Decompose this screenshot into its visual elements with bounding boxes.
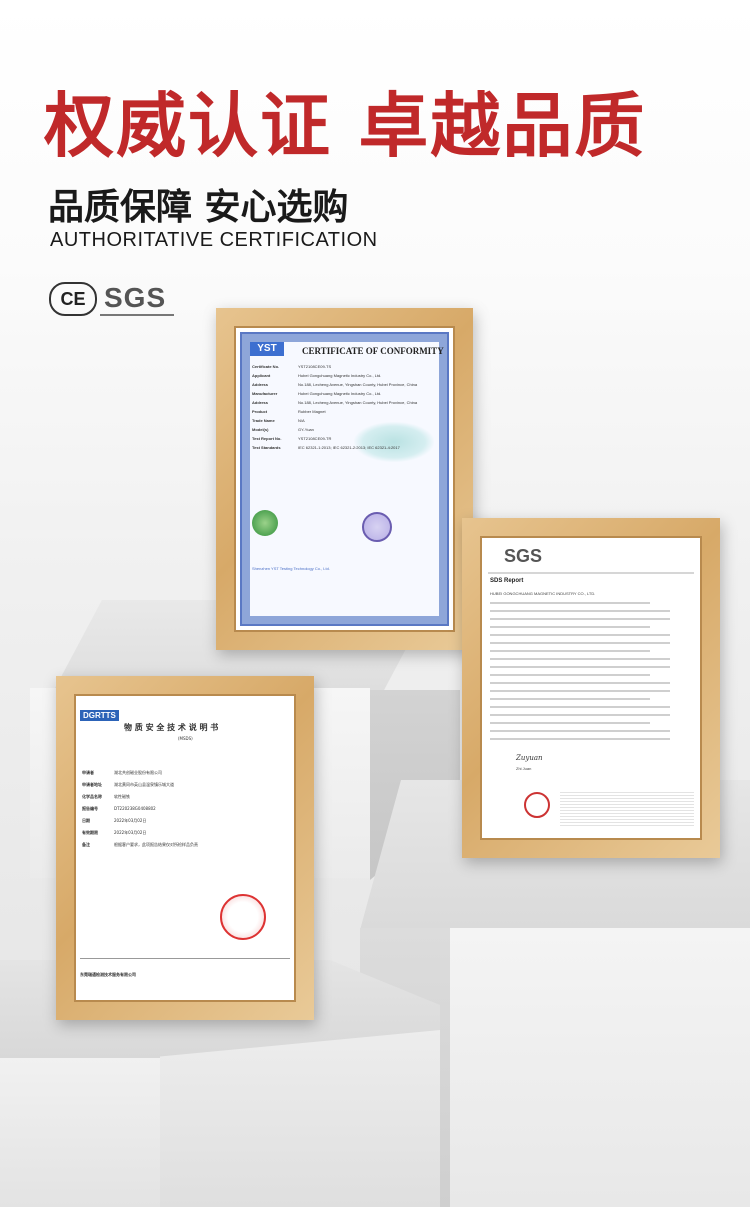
msds-footer: 东莞瑞通检测技术服务有限公司 [80, 972, 136, 977]
row-value: No.188, Lecheng Avenue, Yingshan County,… [298, 382, 418, 387]
sgs-logo: SGS [99, 282, 175, 316]
red-stamp-icon [524, 792, 550, 818]
row-value: Hubei Gongchuang Magnetic Industry Co., … [298, 391, 382, 396]
row-value: YST2108CE09-TS [298, 364, 332, 369]
msds-row-value: 湖北共创磁业股份有限公司 [114, 770, 162, 775]
certificate-frame-yst[interactable]: YST CERTIFICATE OF CONFORMITY Certificat… [216, 308, 473, 650]
row-label: Address [252, 382, 269, 387]
yst-logo: YST [250, 342, 284, 356]
report-text-line [490, 602, 650, 604]
report-text-line [490, 674, 650, 676]
sgs-report-logo: SGS [504, 546, 543, 566]
certificate-yst: YST CERTIFICATE OF CONFORMITY Certificat… [234, 326, 455, 632]
row-label: Trade Name [252, 418, 275, 423]
report-text-line [490, 738, 670, 740]
certificate-row: Certificate No. YST2108CE09-TS [252, 364, 439, 373]
subtitle-english: AUTHORITATIVE CERTIFICATION [50, 229, 378, 251]
report-text-line [490, 706, 670, 708]
certificate-row: Address No.188, Lecheng Avenue, Yingshan … [252, 400, 439, 409]
report-text-line [490, 618, 670, 620]
msds-row-value: 2022年03月02日 [114, 830, 147, 835]
report-text-line [490, 722, 650, 724]
certificate-row: Applicant Hubei Gongchuang Magnetic Indus… [252, 373, 439, 382]
msds-row-label: 日期 [82, 818, 90, 823]
row-value: YST2108CE09-TR [298, 436, 332, 441]
report-text-line [490, 634, 670, 636]
certificate-title: CERTIFICATE OF CONFORMITY [302, 346, 444, 356]
row-value: No.188, Lecheng Avenue, Yingshan County,… [298, 400, 418, 405]
certificate-row: Manufacturer Hubei Gongchuang Magnetic In… [252, 391, 439, 400]
certificate-row: Trade Name N/A [252, 418, 439, 427]
msds-row-label: 备注 [82, 842, 90, 847]
msds-row-label: 化学品名称 [82, 794, 102, 799]
msds-row-label: 申请者 [82, 770, 94, 775]
report-company: HUBEI GONGCHUANG MAGNETIC INDUSTRY CO., … [490, 591, 596, 596]
report-frame-sgs[interactable]: SGS SDS Report HUBEI GONGCHUANG MAGNETIC… [462, 518, 720, 858]
certificate-row: Model(s) GY-Yuan [252, 427, 439, 436]
msds-row-value: DT220238G0408802 [114, 806, 156, 811]
msds-row-value: 根据客户要求，此项报告结果仅对所检样品负责 [114, 842, 198, 847]
signature-image: Zuyuan [516, 754, 543, 762]
row-label: Certificate No. [252, 364, 280, 369]
row-value: Rubber Magnet [298, 409, 326, 414]
certificate-row: Test Standards IEC 62321-1:2013; IEC 6232… [252, 445, 439, 454]
certificate-row: Address No.188, Lecheng Avenue, Yingshan … [252, 382, 439, 391]
row-label: Test Standards [252, 445, 281, 450]
report-text-line [490, 682, 670, 684]
row-label: Product [252, 409, 268, 414]
ce-mark-icon: CE [49, 282, 97, 316]
report-title: SDS Report [490, 578, 524, 584]
report-text-line [490, 666, 670, 668]
report-text-line [490, 658, 670, 660]
row-value: N/A [298, 418, 305, 423]
row-value: GY-Yuan [298, 427, 314, 432]
msds-dgrtts: DGRTTS 物 质 安 全 技 术 说 明 书 (MSDS) 申请者 湖北共创磁… [74, 694, 296, 1002]
msds-frame-dgrtts[interactable]: DGRTTS 物 质 安 全 技 术 说 明 书 (MSDS) 申请者 湖北共创磁… [56, 676, 314, 1020]
certificate-row: Product Rubber Magnet [252, 409, 439, 418]
report-text-line [490, 626, 650, 628]
report-text-line [490, 610, 670, 612]
msds-title: 物 质 安 全 技 术 说 明 书 [124, 723, 219, 732]
page-title: 权威认证 卓越品质 [44, 85, 647, 167]
row-label: Address [252, 400, 269, 405]
report-text-line [490, 698, 650, 700]
msds-row-label: 申请者地址 [82, 782, 102, 787]
red-seal-icon [220, 894, 266, 940]
report-text-line [490, 642, 670, 644]
row-label: Model(s) [252, 427, 269, 432]
report-text-line [490, 650, 650, 652]
msds-row-value: 软性磁铁 [114, 794, 130, 799]
page-subtitle: 品质保障 安心选购 [48, 187, 349, 228]
company-stamp-icon [362, 512, 392, 542]
row-value: Hubei Gongchuang Magnetic Industry Co., … [298, 373, 382, 378]
report-text-line [490, 730, 670, 732]
row-label: Applicant [252, 373, 271, 378]
msds-row-value: 湖北黄冈市英山县温泉镇乐城大道 [114, 782, 174, 787]
row-label: Manufacturer [252, 391, 278, 396]
msds-row-value: 2022年03月02日 [114, 818, 147, 823]
report-text-line [490, 714, 670, 716]
rohs-seal-icon [252, 510, 278, 536]
dgrtts-logo: DGRTTS [80, 710, 119, 721]
msds-row-label: 报告编号 [82, 806, 98, 811]
report-text-line [490, 690, 670, 692]
msds-code: (MSDS) [178, 736, 193, 741]
signer-name: Zhi Juan [516, 766, 532, 771]
certificate-row: Test Report No. YST2108CE09-TR [252, 436, 439, 445]
report-sgs: SGS SDS Report HUBEI GONGCHUANG MAGNETIC… [480, 536, 702, 840]
row-label: Test Report No. [252, 436, 282, 441]
msds-row-label: 有效期限 [82, 830, 98, 835]
row-value: IEC 62321-1:2013; IEC 62321-2:2013; IEC … [298, 445, 400, 450]
certificate-footer: Shenzhen YST Testing Technology Co., Ltd… [252, 566, 330, 571]
